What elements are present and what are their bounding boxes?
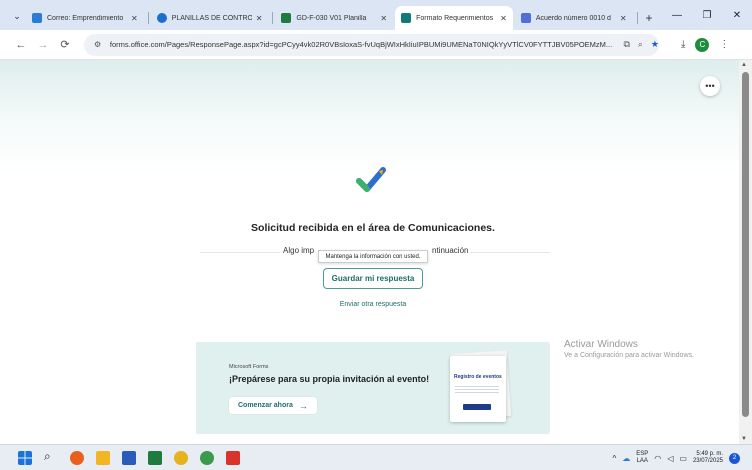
back-icon[interactable]: ← [10,34,32,56]
tab-correo[interactable]: Correo: Emprendimiento ✕ [26,6,144,30]
clock[interactable]: 5:49 p. m. 23/07/2025 [693,451,723,465]
minimize-icon[interactable]: — [662,0,692,30]
tab-search-icon[interactable]: ⌄ [8,5,26,27]
close-window-icon[interactable]: ✕ [722,0,752,30]
search-icon[interactable]: ⌕ [44,449,58,463]
onedrive-icon [156,13,167,23]
tab-formato-requerimientos[interactable]: Formato Requerimientos ✕ [395,6,513,30]
windows-taskbar: ⌕ ^ ☁ ESP LAA ◠ ◁ ▭ 5:49 p. m. 23/07/202… [0,444,752,470]
system-tray: ^ ☁ ESP LAA ◠ ◁ ▭ 5:49 p. m. 23/07/2025 … [612,448,752,468]
word-icon[interactable] [122,451,136,465]
page-scrollbar[interactable]: ▲ ▼ [739,60,752,444]
promo-card-title: Registro de eventos [454,374,502,380]
promo-headline: ¡Prepárese para su propia invitación al … [229,374,430,384]
download-icon[interactable]: ⤓ [681,39,685,50]
tab-acuerdo[interactable]: Acuerdo número 0010 d ✕ [515,6,633,30]
browser-toolbar: ← → ⟳ ⚙ forms.office.com/Pages/ResponseP… [0,30,752,60]
save-tooltip: Mantenga la información con usted. [318,250,428,263]
scrollbar-thumb[interactable] [742,72,749,417]
profile-avatar[interactable]: C [695,37,710,52]
chrome-icon[interactable] [174,451,188,465]
tab-planillas[interactable]: PLANILLAS DE CONTROL ✕ [151,6,269,30]
tab-separator [272,12,274,24]
submit-another-link[interactable]: Enviar otra respuesta [0,301,739,308]
browser-menu-icon[interactable]: ⋮ [719,39,729,50]
promo-card: Registro de eventos [450,356,506,422]
bookmark-star-icon[interactable]: ★ [651,39,659,50]
more-options-icon[interactable]: ••• [700,76,720,96]
excel-icon [281,13,292,23]
watermark-line2: Ve a Configuración para activar Windows. [564,352,694,359]
promo-banner: Microsoft Forms ¡Prepárese para su propi… [196,342,550,434]
tab-title: Correo: Emprendimiento [47,14,124,22]
divider-right [470,252,550,253]
chrome-profile-icon[interactable] [200,451,214,465]
success-check-icon [356,167,386,192]
restore-icon[interactable]: ❐ [692,0,722,30]
tab-title: GD-F-030 V01 Planilla [296,14,367,22]
start-now-button[interactable]: Comenzar ahora → [229,397,317,414]
browser-tab-bar: ⌄ Correo: Emprendimiento ✕ PLANILLAS DE … [0,0,752,30]
forms-response-page: ••• Solicitud recibida en el área de Com… [0,60,739,444]
forms-icon [401,13,412,23]
tab-separator [147,12,149,24]
file-explorer-icon[interactable] [96,451,110,465]
address-bar[interactable]: ⚙ forms.office.com/Pages/ResponsePage.as… [84,33,659,56]
clock-date: 23/07/2025 [692,458,723,464]
tab-title: Formato Requerimientos [416,14,494,22]
window-controls: — ❐ ✕ [662,0,752,30]
promo-card-lines [455,386,499,387]
watermark-line1: Activar Windows [564,339,638,350]
divider-left [200,252,280,253]
input-language[interactable]: ESP LAA [636,451,648,465]
firefox-icon[interactable] [70,451,84,465]
reload-icon[interactable]: ⟳ [54,34,76,56]
start-now-label: Comenzar ahora [238,402,293,409]
pdf-icon[interactable] [226,451,240,465]
outlook-icon [32,13,42,23]
install-app-icon[interactable]: ⧉ [623,39,629,50]
close-tab-icon[interactable]: ✕ [380,14,387,23]
save-response-button[interactable]: Guardar mi respuesta [323,268,423,289]
submit-another-label[interactable]: Enviar otra respuesta [340,301,407,308]
close-tab-icon[interactable]: ✕ [256,14,263,23]
new-tab-icon[interactable]: + [646,11,653,25]
tab-gd-f-030[interactable]: GD-F-030 V01 Planilla ✕ [275,6,393,30]
lang-top: ESP [636,451,649,457]
site-info-icon[interactable]: ⚙ [94,40,104,49]
document-icon [520,13,531,23]
notification-badge[interactable]: 2 [729,452,740,464]
scroll-up-icon[interactable]: ▲ [741,62,747,68]
close-tab-icon[interactable]: ✕ [131,14,138,23]
url-text[interactable]: forms.office.com/Pages/ResponsePage.aspx… [110,40,618,49]
tab-title: Acuerdo número 0010 d [535,14,611,22]
promo-card-button [463,404,491,410]
tab-separator [636,12,638,24]
show-hidden-icons-icon[interactable]: ^ [612,454,616,463]
battery-icon[interactable]: ▭ [679,454,687,463]
arrow-right-icon: → [298,400,308,411]
weather-icon[interactable]: ☁ [622,454,630,463]
tab-title: PLANILLAS DE CONTROL [171,14,252,22]
forward-icon[interactable]: → [32,34,54,56]
scroll-down-icon[interactable]: ▼ [741,436,747,442]
volume-icon[interactable]: ◁ [667,454,673,463]
wifi-icon[interactable]: ◠ [654,454,661,463]
confirmation-title: Solicitud recibida en el área de Comunic… [251,222,495,234]
info-text-end: ntinuación [432,246,469,255]
promo-brand: Microsoft Forms [229,364,269,370]
activate-windows-watermark: Activar Windows Ve a Configuración para … [564,339,694,359]
excel-icon[interactable] [148,451,162,465]
lang-bottom: LAA [636,458,648,464]
close-tab-icon[interactable]: ✕ [500,14,507,23]
info-text-start: Algo imp [283,246,315,255]
clock-time: 5:49 p. m. [696,451,723,457]
windows-start-icon[interactable] [18,451,32,465]
close-tab-icon[interactable]: ✕ [620,14,627,23]
zoom-icon[interactable]: ⌕ [638,39,643,50]
